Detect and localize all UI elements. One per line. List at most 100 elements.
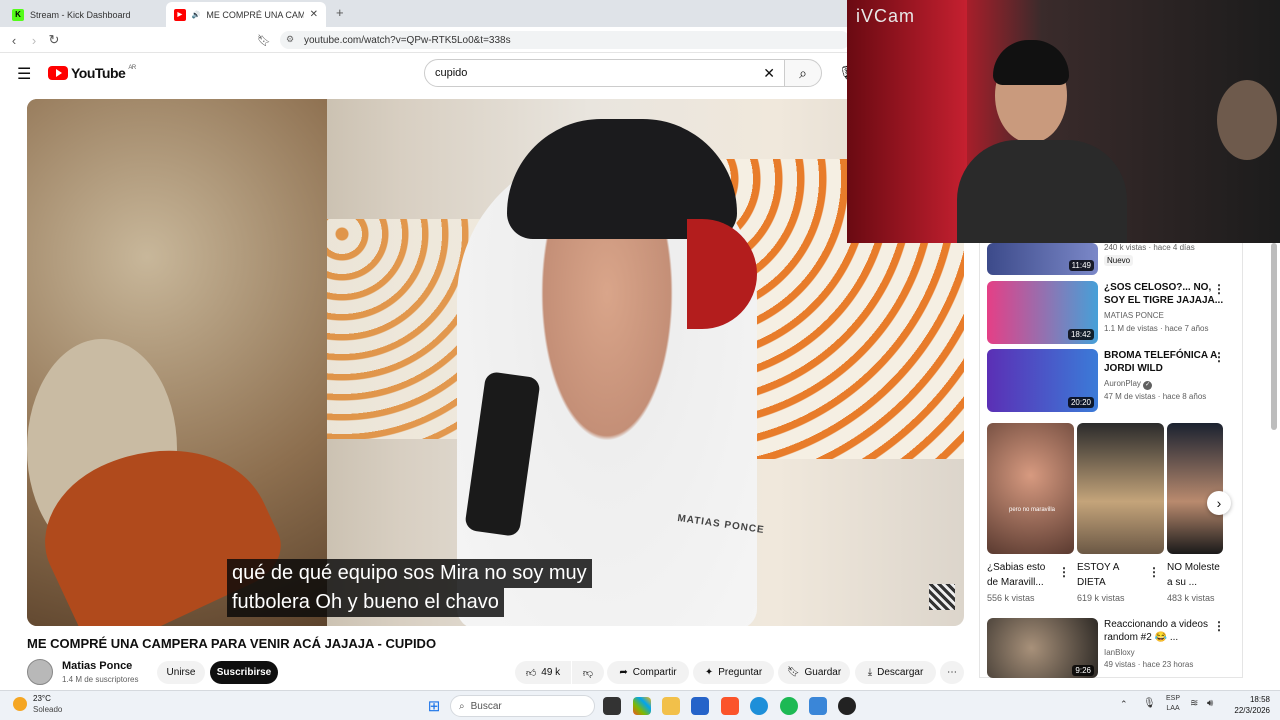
- tab-kick-dashboard[interactable]: K Stream - Kick Dashboard: [4, 2, 164, 27]
- short-title[interactable]: ¿Sabias esto de Maravill...: [987, 560, 1045, 590]
- clock[interactable]: 18:58 22/3/2026: [1226, 694, 1270, 716]
- more-icon: ⋯: [947, 667, 957, 678]
- subscribe-button[interactable]: Suscribirse: [210, 661, 278, 684]
- task-view-icon[interactable]: [603, 697, 621, 715]
- save-label: Guardar: [804, 667, 842, 678]
- windows-start-icon[interactable]: ⊞: [425, 697, 443, 715]
- more-icon[interactable]: ⋮: [1213, 282, 1225, 296]
- video-thumbnail[interactable]: 20:20: [987, 349, 1098, 412]
- tab-youtube-video[interactable]: ▶ 🔊 ME COMPRÉ UNA CAMPERA ✕: [166, 2, 326, 27]
- short-thumbnail[interactable]: pero no maravilla: [987, 423, 1074, 554]
- more-actions-button[interactable]: ⋯: [940, 661, 964, 684]
- obs-icon[interactable]: [838, 697, 856, 715]
- more-icon[interactable]: ⋮: [1148, 565, 1160, 579]
- video-player[interactable]: MATIAS PONCE qué de qué equipo sos Mira …: [27, 99, 964, 626]
- back-icon[interactable]: ‹: [6, 32, 22, 48]
- youtube-icon: ▶: [174, 8, 186, 21]
- menu-icon[interactable]: ☰: [17, 64, 31, 84]
- verified-icon: ✓: [1143, 381, 1153, 390]
- join-button[interactable]: Unirse: [157, 661, 205, 684]
- video-thumbnail[interactable]: 9:26: [987, 618, 1098, 678]
- search-input[interactable]: cupido ✕: [424, 59, 786, 87]
- app-icon[interactable]: [809, 697, 827, 715]
- forward-icon[interactable]: ›: [26, 32, 42, 48]
- short-title[interactable]: ESTOY A DIETA: [1077, 560, 1119, 590]
- clear-search-icon[interactable]: ✕: [763, 65, 775, 82]
- streamer-body: [957, 140, 1127, 243]
- short-title-line: de Maravill...: [987, 577, 1044, 588]
- subscriber-count: 1.4 M de suscriptores: [62, 675, 139, 684]
- weather-sun-icon: [13, 697, 27, 711]
- video-title-line[interactable]: Reaccionando a videos: [1104, 618, 1208, 631]
- qr-code: [929, 584, 955, 610]
- page-scrollbar[interactable]: [1271, 243, 1277, 430]
- streamer-hair: [993, 40, 1069, 85]
- wifi-icon[interactable]: ≋: [1190, 698, 1198, 709]
- brave-icon[interactable]: [721, 697, 739, 715]
- channel-name[interactable]: Matias Ponce: [62, 660, 132, 672]
- like-button[interactable]: 👍︎ 49 k: [515, 661, 571, 684]
- edge-icon[interactable]: [750, 697, 768, 715]
- chevron-right-icon: ›: [1216, 495, 1222, 511]
- search-value: cupido: [435, 67, 468, 79]
- weather-temp[interactable]: 23°C: [33, 694, 51, 703]
- kick-icon: K: [12, 8, 24, 21]
- volume-icon[interactable]: 🔊︎: [1207, 698, 1213, 709]
- url-field[interactable]: ⚙ youtube.com/watch?v=QPw-RTK5Lo0&t=338s: [280, 31, 850, 49]
- youtube-logo[interactable]: YouTube AR: [48, 65, 136, 81]
- chevron-up-icon[interactable]: ⌃: [1120, 699, 1128, 710]
- video-captions: qué de qué equipo sos Mira no soy muy fu…: [227, 559, 592, 617]
- channel-name[interactable]: MATIAS PONCE: [1104, 309, 1164, 322]
- channel-name[interactable]: AuronPlay ✓: [1104, 377, 1153, 390]
- search-button[interactable]: ⌕: [784, 59, 822, 87]
- language-indicator[interactable]: ESP LAA: [1166, 694, 1180, 714]
- short-thumbnail[interactable]: [1167, 423, 1223, 554]
- download-button[interactable]: ⤓ Descargar: [855, 661, 936, 684]
- short-title-line: ESTOY A: [1077, 562, 1120, 573]
- video-title-line[interactable]: ¿SOS CELOSO?... NO,: [1104, 281, 1211, 294]
- video-title-line[interactable]: SOY EL TIGRE JAJAJA...: [1104, 294, 1223, 307]
- video-meta: 47 M de vistas · hace 8 años: [1104, 392, 1207, 401]
- file-explorer-icon[interactable]: [662, 697, 680, 715]
- more-icon[interactable]: ⋮: [1213, 350, 1225, 364]
- short-views: 556 k vistas: [987, 593, 1035, 603]
- tab-label: Stream - Kick Dashboard: [30, 9, 131, 20]
- second-person-face: [1217, 80, 1277, 160]
- new-badge: Nuevo: [1104, 255, 1134, 266]
- short-thumbnail[interactable]: [1077, 423, 1164, 554]
- channel-label: AuronPlay: [1104, 379, 1141, 388]
- video-title-line[interactable]: BROMA TELEFÓNICA A: [1104, 349, 1217, 362]
- reload-icon[interactable]: ↻: [46, 32, 62, 48]
- share-button[interactable]: ➦ Compartir: [607, 661, 689, 684]
- save-button[interactable]: 🔖︎ Guardar: [778, 661, 850, 684]
- dislike-button[interactable]: 👎︎: [572, 661, 604, 684]
- copilot-icon[interactable]: [633, 697, 651, 715]
- video-thumbnail[interactable]: 18:42: [987, 281, 1098, 344]
- bookmark-icon[interactable]: 🔖︎: [256, 32, 272, 48]
- more-icon[interactable]: ⋮: [1058, 565, 1070, 579]
- close-tab-icon[interactable]: ✕: [310, 9, 318, 20]
- more-icon[interactable]: ⋮: [1213, 619, 1225, 633]
- spotify-icon[interactable]: [780, 697, 798, 715]
- store-icon[interactable]: [691, 697, 709, 715]
- taskbar-search-placeholder: Buscar: [470, 700, 502, 712]
- channel-avatar[interactable]: [27, 659, 53, 685]
- clock-date: 22/3/2026: [1234, 706, 1270, 715]
- taskbar-search[interactable]: ⌕ Buscar: [450, 695, 595, 717]
- video-meta: 49 vistas · hace 23 horas: [1104, 660, 1194, 669]
- short-views: 619 k vistas: [1077, 593, 1125, 603]
- weather-desc: Soleado: [33, 705, 63, 714]
- url-text: youtube.com/watch?v=QPw-RTK5Lo0&t=338s: [304, 34, 511, 46]
- caption-line-2: futbolera Oh y bueno el chavo: [227, 588, 504, 617]
- microphone-tray-icon[interactable]: 🎙︎: [1143, 698, 1156, 709]
- youtube-play-icon: [48, 66, 68, 80]
- new-tab-button[interactable]: +: [336, 5, 344, 20]
- thumbs-up-icon: 👍︎: [525, 667, 537, 679]
- ask-button[interactable]: ✦ Preguntar: [693, 661, 774, 684]
- video-title-line[interactable]: JORDI WILD: [1104, 362, 1163, 375]
- shorts-next-button[interactable]: ›: [1207, 491, 1231, 515]
- video-thumbnail[interactable]: 11:49: [987, 243, 1098, 275]
- site-info-icon[interactable]: ⚙: [286, 34, 294, 45]
- short-title[interactable]: NO Moleste a su ...: [1167, 560, 1227, 590]
- video-title-line[interactable]: random #2 😂 ...: [1104, 631, 1178, 644]
